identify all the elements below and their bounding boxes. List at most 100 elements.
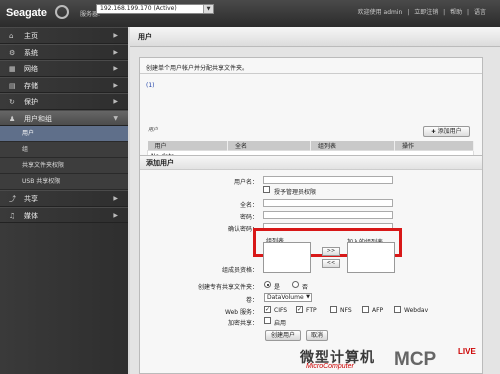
logout-link[interactable]: 立即注销 (414, 9, 438, 16)
sidebar-item-protect[interactable]: ↻ 保护 ▶ (0, 93, 128, 110)
welcome-text: 欢迎使用 admin (357, 9, 403, 16)
private-share-yes-label: 是 (274, 284, 281, 291)
joined-groups-box[interactable] (347, 242, 395, 273)
users-icon: ♟ (9, 114, 16, 123)
top-links: 欢迎使用 admin | 立即注销 | 帮助 | 语言 (355, 7, 486, 16)
private-share-yes-radio[interactable] (264, 281, 271, 288)
help-link[interactable]: 帮助 (450, 9, 462, 16)
volume-value: DataVolume (267, 294, 304, 301)
group-membership-label: 组成员资格： (221, 267, 258, 274)
sidebar-item-label: 主页 (24, 32, 38, 40)
confirm-password-label: 确认密码： (227, 226, 258, 233)
webdav-checkbox[interactable] (394, 306, 401, 313)
encrypted-share-option: 启用 (274, 320, 287, 327)
sidebar-item-label: 保护 (24, 98, 38, 106)
sidebar-item-system[interactable]: ⚙ 系统 ▶ (0, 43, 128, 60)
chevron-right-icon: ▶ (113, 32, 118, 39)
chevron-right-icon: ▶ (113, 48, 118, 56)
watermark-mcp: MCP (394, 349, 437, 370)
watermark-en: MicroComputer (306, 363, 354, 370)
users-intro: 创建单个用户帐户并分配共享文件夹。 (146, 65, 249, 72)
encrypted-share-label: 加密共享： (227, 320, 258, 327)
sidebar-item-media[interactable]: ♫ 媒体 ▶ (0, 206, 128, 223)
admin-checkbox-label: 授予管理员权限 (274, 189, 317, 196)
column-header[interactable]: 组列表 (310, 141, 395, 151)
gear-icon: ⚙ (9, 48, 16, 57)
fullname-label: 全名： (239, 202, 258, 209)
cifs-checkbox[interactable]: ✓ (264, 306, 271, 313)
cifs-label: CIFS (274, 307, 288, 314)
nfs-checkbox[interactable] (330, 306, 337, 313)
fullname-input[interactable] (263, 199, 393, 207)
top-bar: Seagate 服务器: 192.168.199.170 (Active) ▼ … (0, 0, 500, 27)
divider (140, 73, 482, 74)
sidebar-subitem-users[interactable]: 用户 (0, 126, 128, 142)
private-share-no-radio[interactable] (292, 281, 299, 288)
chevron-down-icon: ▼ (306, 294, 310, 300)
nfs-label: NFS (340, 307, 352, 314)
sidebar-item-label: 媒体 (24, 211, 38, 220)
volume-select[interactable]: DataVolume ▼ (264, 293, 312, 302)
column-header: 操作 (394, 141, 474, 151)
table-header-row: 用户 全名 组列表 操作 (147, 141, 474, 151)
cancel-button[interactable]: 取消 (306, 330, 328, 341)
sidebar-item-label: 网络 (24, 65, 38, 73)
seagate-logo: Seagate (6, 7, 47, 19)
watermark: 微型计算机 MicroComputer MCP LIVE (300, 347, 500, 374)
chevron-right-icon: ▶ (113, 98, 118, 105)
user-count[interactable]: (1) (146, 82, 155, 89)
private-share-label: 创建专有共享文件夹： (198, 284, 259, 291)
private-share-no-label: 否 (302, 284, 309, 291)
users-section-label: 用户 (148, 127, 159, 133)
host-select[interactable]: 192.168.199.170 (Active) ▼ (96, 4, 214, 14)
sidebar-subitem-groups[interactable]: 组 (0, 142, 128, 158)
chevron-down-icon: ▼ (113, 114, 118, 122)
sidebar-item-share[interactable]: ⤴ 共享 ▶ (0, 190, 128, 207)
encrypted-share-checkbox[interactable] (264, 317, 271, 324)
sidebar-item-label: 系统 (24, 48, 38, 57)
network-icon: ▦ (9, 65, 16, 73)
password-input[interactable] (263, 211, 393, 219)
sidebar-item-home[interactable]: ⌂ 主页 ▶ (0, 27, 128, 44)
watermark-live: LIVE (458, 347, 476, 356)
page-title: 用户 (130, 27, 500, 47)
sidebar-item-network[interactable]: ▦ 网络 ▶ (0, 60, 128, 77)
sidebar: ⌂ 主页 ▶ ⚙ 系统 ▶ ▦ 网络 ▶ ▤ 存储 ▶ ↻ 保护 ▶ ♟ 用户和… (0, 27, 128, 374)
sidebar-item-label: 共享 (24, 195, 38, 203)
sidebar-item-storage[interactable]: ▤ 存储 ▶ (0, 76, 128, 93)
afp-checkbox[interactable] (362, 306, 369, 313)
chevron-right-icon: ▶ (113, 81, 118, 89)
username-input[interactable] (263, 176, 393, 184)
host-value: 192.168.199.170 (Active) (100, 5, 177, 12)
add-user-label: 添加用户 (437, 128, 462, 135)
webdav-label: Webdav (404, 307, 429, 314)
home-icon: ⌂ (9, 32, 14, 40)
sidebar-item-users-groups[interactable]: ♟ 用户和组 ▼ (0, 109, 128, 126)
sidebar-subitem-usb-permissions[interactable]: USB 共享权限 (0, 174, 128, 190)
password-label: 密码： (239, 214, 258, 221)
add-group-button[interactable]: >> (322, 247, 340, 256)
create-user-button[interactable]: 创建用户 (265, 330, 301, 341)
ftp-checkbox[interactable]: ✓ (296, 306, 303, 313)
admin-checkbox[interactable] (263, 186, 270, 193)
users-panel: 创建单个用户帐户并分配共享文件夹。 (1) 用户 ✚ 添加用户 用户 全名 组列表… (139, 57, 483, 170)
remove-group-button[interactable]: << (322, 259, 340, 268)
group-list-box[interactable] (263, 242, 311, 273)
chevron-right-icon: ▶ (113, 195, 118, 202)
sidebar-subitem-share-permissions[interactable]: 共享文件夹权限 (0, 158, 128, 174)
column-header[interactable]: 用户 (147, 141, 228, 151)
services-label: Web 服务： (225, 309, 258, 316)
add-user-button[interactable]: ✚ 添加用户 (423, 126, 470, 137)
media-icon: ♫ (9, 211, 16, 220)
language-link[interactable]: 语言 (474, 9, 486, 16)
separator: | (467, 9, 470, 16)
separator: | (407, 9, 410, 16)
chevron-down-icon[interactable]: ▼ (203, 5, 213, 13)
add-user-form-title: 添加用户 (140, 156, 482, 170)
add-user-icon: ✚ (431, 129, 436, 135)
sidebar-item-label: 用户和组 (24, 114, 52, 123)
column-header[interactable]: 全名 (227, 141, 311, 151)
share-icon: ⤴ (9, 195, 16, 203)
storage-icon: ▤ (9, 81, 16, 90)
afp-label: AFP (372, 307, 384, 314)
